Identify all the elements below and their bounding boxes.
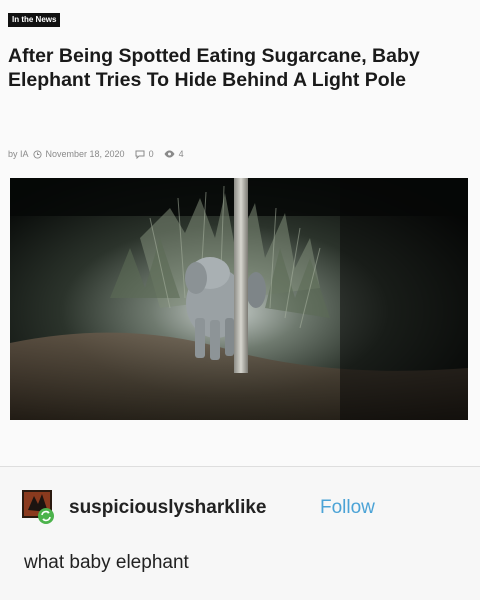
post-text: what baby elephant <box>24 552 189 573</box>
author-link[interactable]: by IA <box>8 149 29 159</box>
post-username[interactable]: suspiciouslysharklike <box>69 497 267 519</box>
publish-date: November 18, 2020 <box>45 149 125 159</box>
article-card: In the News After Being Spotted Eating S… <box>0 0 480 468</box>
article-headline[interactable]: After Being Spotted Eating Sugarcane, Ba… <box>8 44 472 92</box>
avatar[interactable] <box>22 490 56 524</box>
comment-icon <box>135 150 145 159</box>
tumblr-post: suspiciouslysharklike Follow what baby e… <box>0 467 480 600</box>
article-photo[interactable] <box>10 178 468 420</box>
baby-elephant-photo <box>10 178 468 420</box>
follow-button[interactable]: Follow <box>320 497 375 519</box>
comment-count[interactable]: 0 <box>149 149 154 159</box>
clock-icon <box>32 149 42 159</box>
article-meta: by IA November 18, 2020 0 4 <box>8 149 184 159</box>
news-badge: In the News <box>8 13 61 27</box>
view-count: 4 <box>178 149 184 159</box>
eye-icon <box>164 150 175 158</box>
